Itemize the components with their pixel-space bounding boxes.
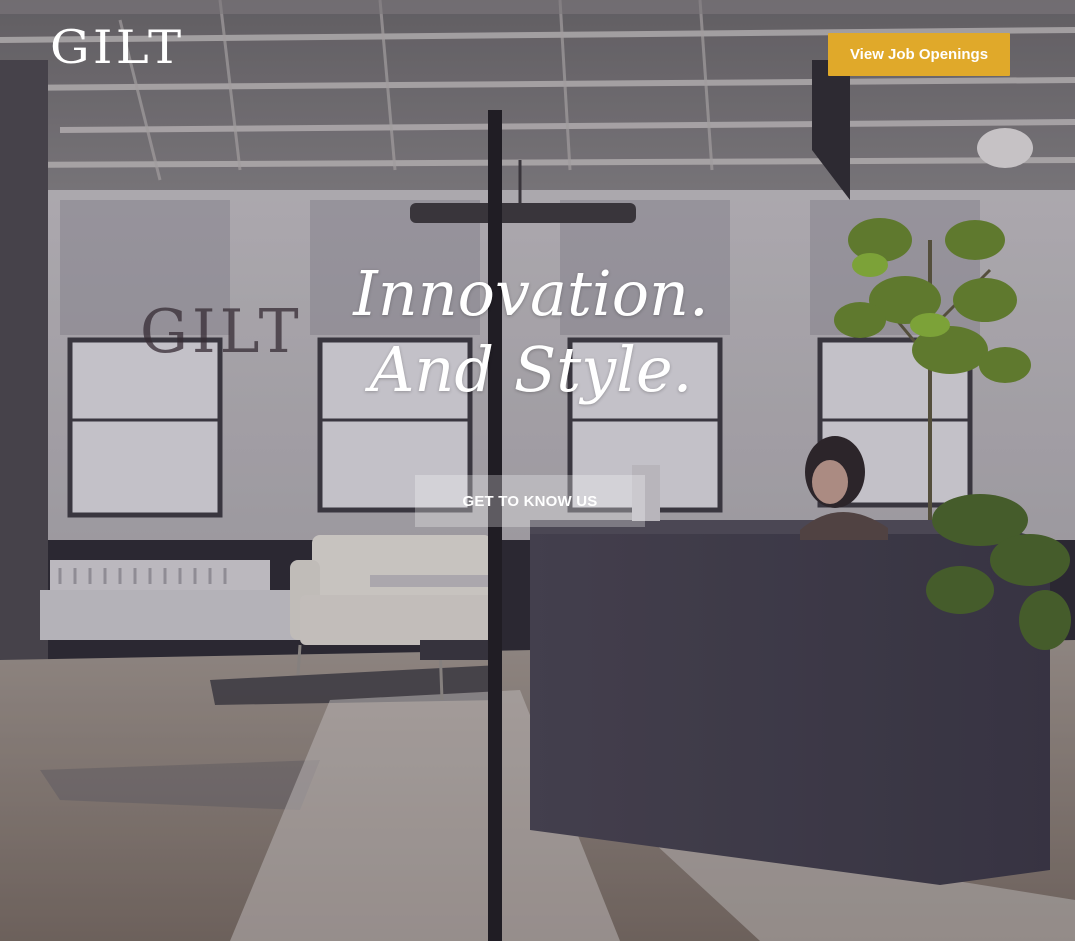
gilt-logo[interactable]: GILT <box>50 24 184 70</box>
hero-section: GILT GILT View Job Openings Innovation. … <box>0 0 1075 941</box>
headline-line-2: And Style. <box>369 333 693 406</box>
view-job-openings-button[interactable]: View Job Openings <box>828 33 1010 76</box>
dark-overlay <box>0 0 1075 941</box>
hero-headline: Innovation. And Style. <box>0 256 1062 408</box>
headline-line-1: Innovation. <box>353 257 709 330</box>
get-to-know-us-button[interactable]: GET TO KNOW US <box>415 475 645 527</box>
